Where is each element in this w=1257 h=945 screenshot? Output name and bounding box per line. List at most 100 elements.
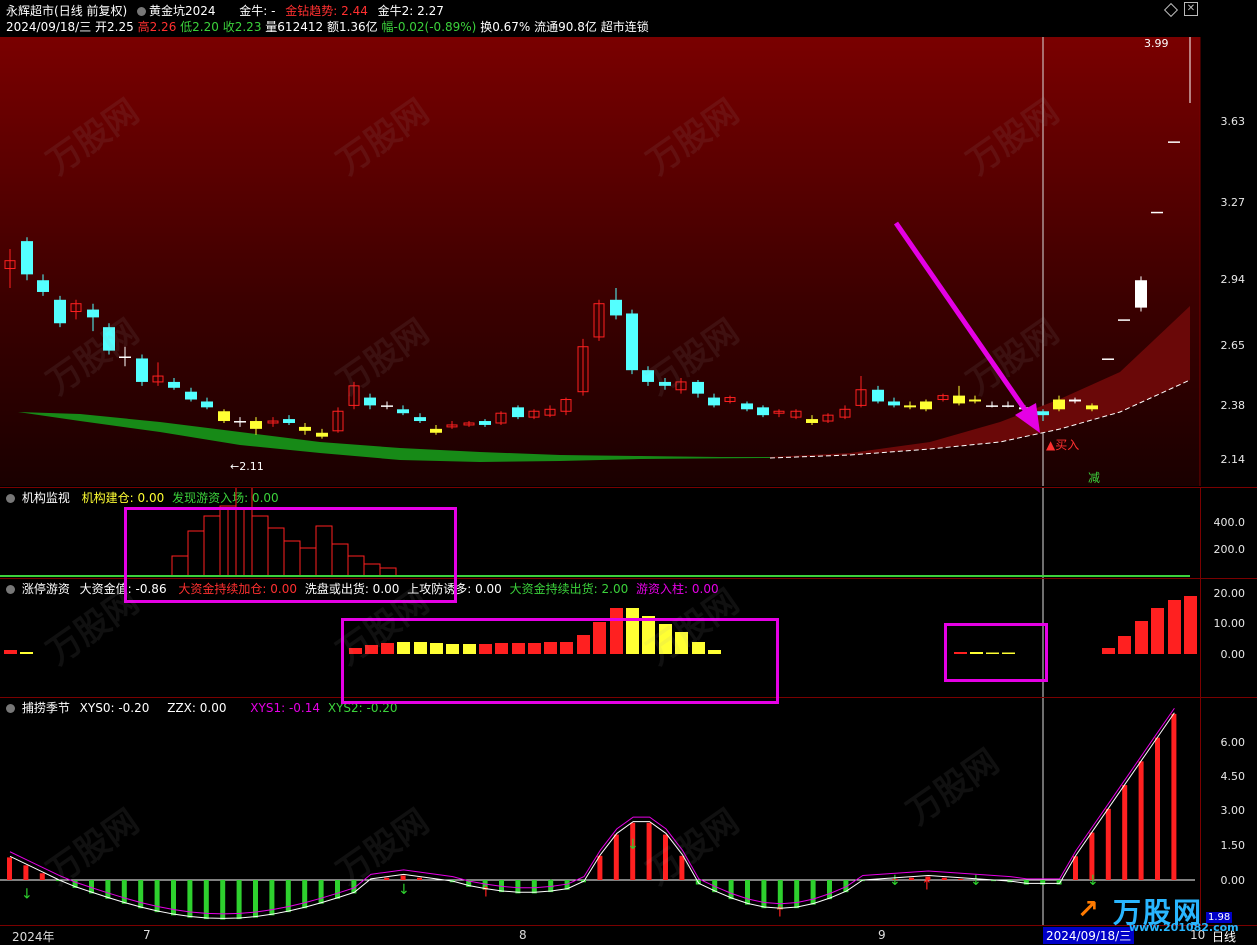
season-bar-negative xyxy=(761,880,767,909)
candle-body xyxy=(1053,399,1065,410)
p3-axis-0: 0.00 xyxy=(1220,874,1246,887)
season-bar-negative xyxy=(318,880,324,904)
season-bar-positive xyxy=(400,875,406,880)
candle-body xyxy=(953,395,965,404)
limitup-bar xyxy=(4,650,17,654)
season-bar-negative xyxy=(728,880,734,900)
buy-signal-label: ▲买入 xyxy=(1046,438,1079,452)
quote-change: 幅-0.02(-0.89%) xyxy=(381,20,477,34)
season-bar-negative xyxy=(515,880,521,894)
candle-body xyxy=(397,409,409,414)
candle-body xyxy=(136,358,148,382)
limitup-bar xyxy=(1184,596,1197,654)
candle-body xyxy=(364,397,376,406)
candle-body xyxy=(512,407,524,418)
limitup-bar xyxy=(20,652,33,654)
max-price-label: 3.99 xyxy=(1144,37,1169,50)
quote-sector: 超市连锁 xyxy=(600,20,649,34)
candle-body xyxy=(430,428,442,433)
date-axis-2024: 2024年 xyxy=(12,930,55,944)
season-bar-negative xyxy=(810,880,816,905)
candle-body xyxy=(54,299,66,324)
candle-body xyxy=(316,432,328,437)
stock-name[interactable]: 永辉超市 xyxy=(6,4,54,18)
season-bar-positive xyxy=(417,877,422,880)
close-icon[interactable]: ✕ xyxy=(1184,2,1198,16)
highlight-box-limitup-right xyxy=(944,623,1048,682)
candle-body xyxy=(234,421,246,423)
logo-url-text: www.201082.com xyxy=(1129,921,1239,934)
candle-body xyxy=(185,391,197,400)
p2-axis-20: 20.00 xyxy=(1213,587,1246,600)
candle-body xyxy=(610,299,622,316)
candle-body xyxy=(1135,280,1147,308)
quote-volume: 量612412 xyxy=(265,20,324,34)
axis-label-2.65: 2.65 xyxy=(1220,339,1246,352)
p1-axis-400: 400.0 xyxy=(1213,516,1246,529)
candle-body xyxy=(201,401,213,408)
season-bar-negative xyxy=(105,880,111,899)
main-chart-panel: ←2.11 ▲买入 减 3.99 3.63 3.27 2.94 2.65 2.3… xyxy=(0,37,1257,486)
candle-body xyxy=(479,421,491,425)
quote-low: 低2.20 xyxy=(180,20,219,34)
xys1-line xyxy=(9,707,1175,915)
candle-body xyxy=(904,405,916,408)
season-bar-positive xyxy=(1105,808,1111,880)
candle-body xyxy=(218,411,230,422)
season-bar-positive xyxy=(613,834,619,880)
candle-body xyxy=(741,403,753,410)
season-bar-negative xyxy=(154,880,160,913)
candle-body xyxy=(87,309,99,318)
jinniu2-value: 金牛2: 2.27 xyxy=(377,4,444,18)
quote-open: 开2.25 xyxy=(95,20,134,34)
date-axis-month-9: 9 xyxy=(878,928,886,942)
axis-label-2.38: 2.38 xyxy=(1220,399,1246,412)
season-signal-arrow: ↓ xyxy=(889,873,901,889)
quote-amount: 额1.36亿 xyxy=(326,20,378,34)
candle-body xyxy=(708,397,720,406)
season-signal-arrow: ↑ xyxy=(480,884,492,900)
candle-body xyxy=(283,419,295,423)
indicator-toggle-icon[interactable] xyxy=(137,7,147,16)
season-bar-positive xyxy=(1122,785,1128,880)
logo-arrow-icon: ↗ xyxy=(1077,895,1099,925)
candle-body xyxy=(1037,411,1049,416)
quote-turnover: 换0.67% xyxy=(480,20,531,34)
season-bar-negative xyxy=(302,880,308,909)
candle-body xyxy=(21,241,33,275)
season-bar-negative xyxy=(794,880,800,909)
candle-body xyxy=(414,417,426,422)
season-bar-positive xyxy=(941,877,947,880)
header-bar: 永辉超市(日线 前复权) 黄金坑2024 金牛: - 金钻趋势: 2.44 金牛… xyxy=(0,0,1257,36)
season-bar-positive xyxy=(1171,713,1177,880)
p1-axis-200: 200.0 xyxy=(1213,543,1246,556)
candle-body xyxy=(692,381,704,394)
season-bar-positive xyxy=(1155,737,1160,880)
diamond-icon[interactable] xyxy=(1163,2,1179,18)
season-signal-arrow: ↓ xyxy=(970,873,982,889)
candle-body xyxy=(969,399,981,402)
brand-logo: ↗ 万股网 www.201082.com xyxy=(1059,893,1249,935)
season-bar-negative xyxy=(335,880,340,899)
season-signal-arrow: ↑ xyxy=(774,905,786,921)
candle-body xyxy=(1118,319,1130,321)
p3-axis-3: 3.00 xyxy=(1220,804,1246,817)
header-row-1: 永辉超市(日线 前复权) 黄金坑2024 金牛: - 金钻趋势: 2.44 金牛… xyxy=(6,2,444,19)
season-bar-negative xyxy=(121,880,127,904)
reduce-signal-label: 减 xyxy=(1088,471,1100,485)
candle-body xyxy=(1069,399,1081,402)
low-price-label: ←2.11 xyxy=(230,460,264,473)
candle-body xyxy=(872,389,884,402)
axis-label-3.63: 3.63 xyxy=(1220,115,1246,128)
date-axis-month-7: 7 xyxy=(143,928,151,942)
indicator-name[interactable]: 黄金坑2024 xyxy=(149,4,216,18)
limitup-bar xyxy=(1135,621,1148,654)
season-signal-arrow: ↓ xyxy=(21,887,33,903)
candle-body xyxy=(1086,405,1098,410)
candle-body xyxy=(1102,358,1114,360)
quote-close: 收2.23 xyxy=(222,20,262,34)
limitup-bar xyxy=(1102,648,1115,654)
p2-axis-0: 0.00 xyxy=(1220,648,1246,661)
limitup-bar xyxy=(1168,600,1181,654)
axis-label-3.27: 3.27 xyxy=(1220,196,1246,209)
